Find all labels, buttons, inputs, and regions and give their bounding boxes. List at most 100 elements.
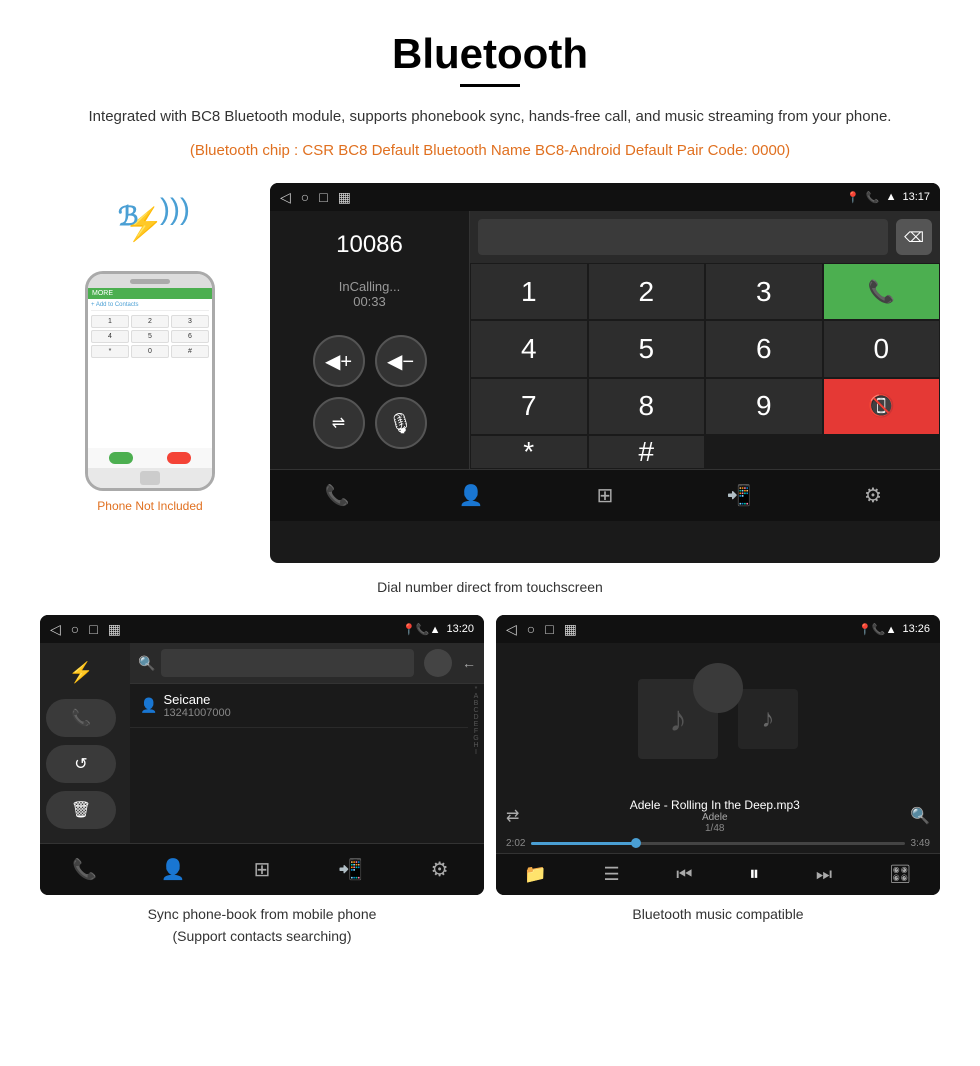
screenshot-icon: ▦	[338, 189, 351, 206]
alpha-f: F	[474, 728, 478, 735]
music-nav: ◁ ○ □ ▦	[506, 621, 577, 638]
alpha-g: G	[473, 735, 478, 742]
page-description: Integrated with BC8 Bluetooth module, su…	[40, 105, 940, 129]
folder-button[interactable]: 📁	[524, 864, 546, 885]
nav-transfer[interactable]: 📲	[717, 474, 761, 518]
phone-key-2: 2	[131, 315, 169, 328]
shuffle-icon[interactable]: ⇄	[506, 806, 519, 826]
track-count: 1/48	[630, 823, 800, 834]
list-button[interactable]: ☰	[603, 864, 619, 885]
transfer-button[interactable]: ⇌	[313, 397, 365, 449]
phone-key-6: 6	[171, 330, 209, 343]
music-screenshot-icon: ▦	[564, 621, 577, 638]
nav-settings[interactable]: ⚙	[851, 474, 895, 518]
pb-sidebar: ⚡ 📞 ↺ 🗑	[40, 643, 130, 843]
bottom-section: ◁ ○ □ ▦ 📍📞▲ 13:20 ⚡ 📞 ↺ 🗑	[40, 615, 940, 948]
mic-button[interactable]: 🎙	[375, 397, 427, 449]
phone-key-3: 3	[171, 315, 209, 328]
pb-bottom-nav: 📞 👤 ⊞ 📲 ⚙	[40, 843, 484, 895]
pb-phone-button[interactable]: 📞	[46, 699, 116, 737]
play-pause-button[interactable]: ⏸	[749, 863, 759, 886]
pb-search-dot	[424, 649, 452, 677]
pb-nav-transfer[interactable]: 📲	[329, 848, 373, 892]
status-nav: ◁ ○ □ ▦	[280, 189, 351, 206]
music-status-bar: ◁ ○ □ ▦ 📍📞▲ 13:26	[496, 615, 940, 643]
nav-grid[interactable]: ⊞	[583, 474, 627, 518]
phone-key-star: *	[91, 345, 129, 358]
key-0[interactable]: 0	[823, 320, 941, 377]
total-time: 3:49	[911, 838, 930, 849]
pb-contact-item[interactable]: 👤 Seicane 13241007000	[130, 684, 468, 728]
dial-content: 10086 InCalling... 00:33 ◀+ ◀− ⇌ 🎙 ⌫ 1	[270, 211, 940, 469]
phone-key-4: 4	[91, 330, 129, 343]
back-nav-icon: ◁	[280, 189, 291, 206]
page-title: Bluetooth	[40, 30, 940, 78]
prev-button[interactable]: ⏮	[676, 864, 692, 885]
phone-key-5: 5	[131, 330, 169, 343]
volume-up-button[interactable]: ◀+	[313, 335, 365, 387]
pb-sync-button[interactable]: ↺	[46, 745, 116, 783]
music-center-dot	[693, 663, 743, 713]
nav-calls[interactable]: 📞	[315, 474, 359, 518]
phone-end-button	[167, 452, 191, 464]
pb-nav-settings[interactable]: ⚙	[418, 848, 462, 892]
key-2[interactable]: 2	[588, 263, 706, 320]
alpha-i: I	[475, 749, 477, 756]
equalizer-button[interactable]: 🎛	[889, 864, 912, 885]
pb-delete-button[interactable]: 🗑	[46, 791, 116, 829]
alpha-d: D	[473, 714, 478, 721]
pb-nav-grid[interactable]: ⊞	[240, 848, 284, 892]
keypad-row-4: * #	[470, 435, 940, 469]
nav-contacts[interactable]: 👤	[449, 474, 493, 518]
contact-name: Seicane	[163, 692, 230, 707]
key-hash[interactable]: #	[588, 435, 706, 469]
alphabet-index: * A B C D E F G H I	[468, 684, 484, 843]
key-8[interactable]: 8	[588, 378, 706, 435]
progress-fill	[531, 842, 635, 845]
music-wrapper: ◁ ○ □ ▦ 📍📞▲ 13:26 ♪	[496, 615, 940, 948]
key-1[interactable]: 1	[470, 263, 588, 320]
key-star[interactable]: *	[470, 435, 588, 469]
key-5[interactable]: 5	[588, 320, 706, 377]
phonebook-caption: Sync phone-book from mobile phone(Suppor…	[40, 903, 484, 948]
key-9[interactable]: 9	[705, 378, 823, 435]
phonebook-wrapper: ◁ ○ □ ▦ 📍📞▲ 13:20 ⚡ 📞 ↺ 🗑	[40, 615, 484, 948]
alpha-e: E	[474, 721, 479, 728]
recents-nav-icon: □	[319, 189, 327, 205]
key-4[interactable]: 4	[470, 320, 588, 377]
home-nav-icon: ○	[301, 189, 309, 205]
contact-number: 13241007000	[163, 707, 230, 719]
phone-add-contact: + Add to Contacts	[91, 302, 209, 311]
next-button[interactable]: ⏭	[816, 864, 832, 885]
volume-down-button[interactable]: ◀−	[375, 335, 427, 387]
call-icon: 📞	[866, 191, 880, 204]
status-right: 📍 📞 ▲ 13:17	[846, 191, 930, 204]
pb-search-icon: 🔍	[138, 655, 155, 672]
pb-nav-calls[interactable]: 📞	[62, 848, 106, 892]
music-note-main-icon: ♪	[669, 698, 687, 740]
bluetooth-info: (Bluetooth chip : CSR BC8 Default Blueto…	[40, 139, 940, 163]
phone-screen: + Add to Contacts 1 2 3 4 5 6 * 0 #	[88, 299, 212, 448]
pb-nav: ◁ ○ □ ▦	[50, 621, 121, 638]
music-info-area: ⇄ Adele - Rolling In the Deep.mp3 Adele …	[496, 794, 940, 853]
key-6[interactable]: 6	[705, 320, 823, 377]
delete-button[interactable]: ⌫	[896, 219, 932, 255]
music-search-icon[interactable]: 🔍	[910, 806, 930, 826]
music-caption: Bluetooth music compatible	[496, 903, 940, 925]
key-7[interactable]: 7	[470, 378, 588, 435]
pb-search-bar[interactable]	[161, 649, 414, 677]
end-call-button[interactable]: 📵	[823, 378, 941, 435]
pb-contact-list: 👤 Seicane 13241007000	[130, 684, 468, 843]
music-screen: ◁ ○ □ ▦ 📍📞▲ 13:26 ♪	[496, 615, 940, 895]
call-button[interactable]: 📞	[823, 263, 941, 320]
pb-nav-contacts[interactable]: 👤	[151, 848, 195, 892]
pb-home-icon: ○	[71, 621, 79, 637]
music-signal: 📍📞▲	[858, 623, 896, 636]
dial-number: 10086	[336, 231, 403, 259]
dial-status-bar: ◁ ○ □ ▦ 📍 📞 ▲ 13:17	[270, 183, 940, 211]
pb-signal: 📍📞▲	[402, 623, 440, 636]
key-3[interactable]: 3	[705, 263, 823, 320]
dial-bottom-nav: 📞 👤 ⊞ 📲 ⚙	[270, 469, 940, 521]
alpha-b: B	[474, 700, 479, 707]
dial-input-row: ⌫	[470, 211, 940, 263]
